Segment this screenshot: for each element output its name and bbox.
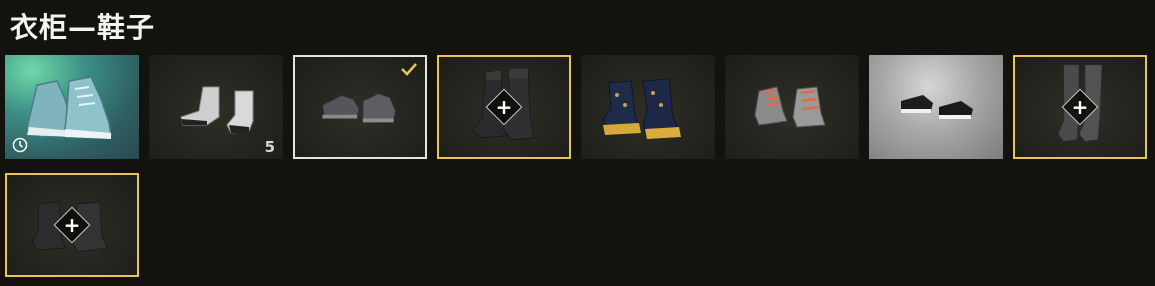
black-low-top-sneakers-image bbox=[901, 95, 973, 119]
wardrobe-item-5[interactable] bbox=[581, 55, 715, 159]
orange-laced-high-tops-image bbox=[754, 86, 826, 128]
page-title: 衣柜—鞋子 bbox=[10, 11, 156, 44]
grey-socks-image bbox=[180, 86, 254, 134]
item-count: 5 bbox=[264, 138, 275, 156]
wardrobe-item-7[interactable] bbox=[869, 55, 1003, 159]
plus-icon[interactable]: + bbox=[62, 215, 82, 235]
wardrobe-item-3[interactable] bbox=[293, 55, 427, 159]
clock-icon bbox=[12, 137, 28, 153]
wardrobe-item-1[interactable] bbox=[5, 55, 139, 159]
plus-icon[interactable]: + bbox=[494, 97, 514, 117]
plus-icon[interactable]: + bbox=[1070, 97, 1090, 117]
checkmark-icon bbox=[401, 63, 417, 76]
wardrobe-item-8[interactable]: + bbox=[1013, 55, 1147, 159]
wardrobe-item-4[interactable]: + bbox=[437, 55, 571, 159]
navy-patterned-boots-image bbox=[602, 78, 681, 139]
wardrobe-item-9[interactable]: + bbox=[5, 173, 139, 277]
wardrobe-item-6[interactable] bbox=[725, 55, 859, 159]
wardrobe-item-2[interactable]: 5 bbox=[149, 55, 283, 159]
